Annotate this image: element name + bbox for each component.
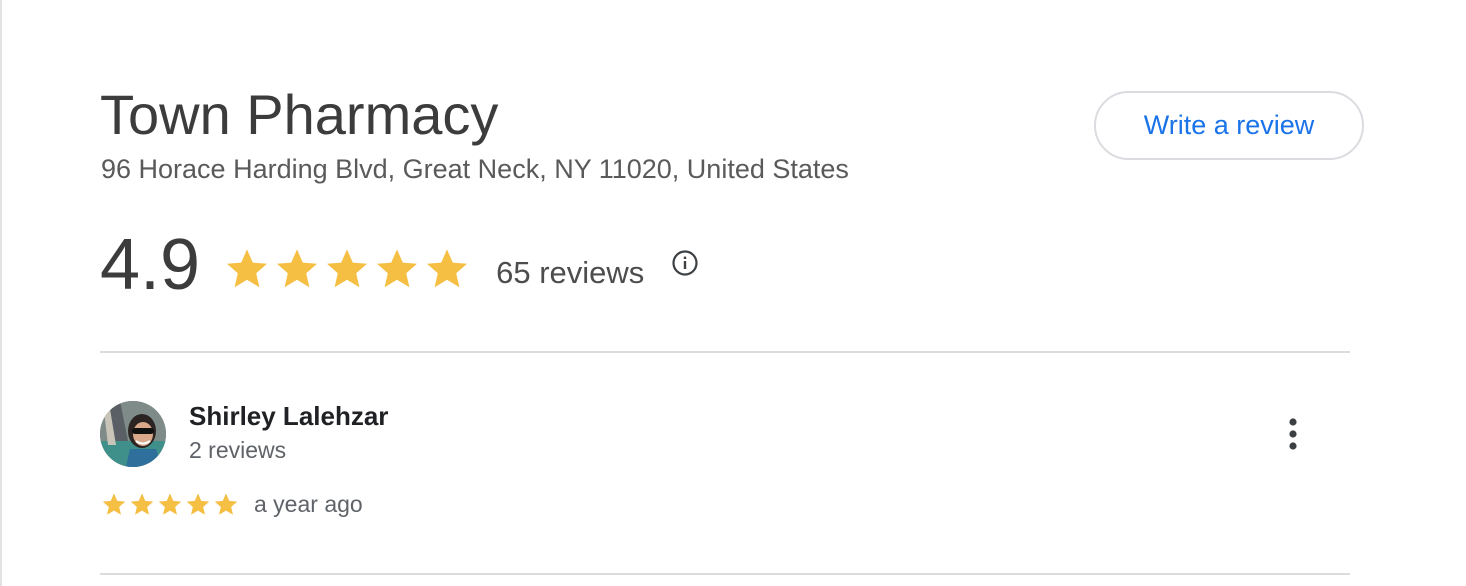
- star-icon: [377, 249, 418, 288]
- rating-summary: 4.9 65 reviews: [100, 222, 700, 308]
- review-rating-row: a year ago: [100, 488, 363, 520]
- star-icon: [227, 249, 268, 288]
- star-icon: [158, 492, 182, 515]
- place-title: Town Pharmacy: [100, 83, 499, 146]
- place-address: 96 Horace Harding Blvd, Great Neck, NY 1…: [101, 154, 849, 184]
- divider: [100, 351, 1350, 353]
- write-review-button[interactable]: Write a review: [1094, 91, 1364, 160]
- divider: [100, 573, 1350, 575]
- reviewer-name[interactable]: Shirley Lalehzar: [189, 401, 388, 432]
- star-icon: [130, 492, 154, 515]
- star-icon: [427, 249, 468, 288]
- info-icon[interactable]: [670, 248, 700, 278]
- review-stars: [100, 491, 240, 518]
- rating-value: 4.9: [100, 225, 201, 305]
- rating-stars: [222, 245, 472, 293]
- reviewer-review-count: 2 reviews: [189, 437, 287, 463]
- review-count-link[interactable]: 65 reviews: [496, 255, 644, 291]
- star-icon: [277, 249, 318, 288]
- review-time: a year ago: [254, 490, 363, 517]
- star-icon: [214, 492, 238, 515]
- more-vert-icon[interactable]: [1276, 412, 1310, 456]
- star-icon: [327, 249, 368, 288]
- window-edge: [0, 0, 2, 586]
- star-icon: [102, 492, 126, 515]
- star-icon: [186, 492, 210, 515]
- avatar[interactable]: [100, 401, 166, 467]
